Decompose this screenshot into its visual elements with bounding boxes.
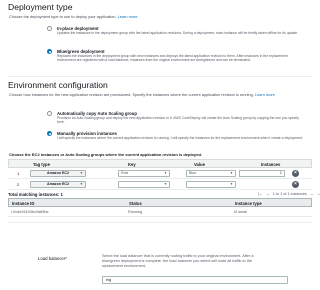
value-select[interactable]: Blue ▼ (186, 170, 236, 177)
next-page-icon[interactable]: → (310, 192, 314, 196)
instance-count: 1 (239, 170, 285, 177)
table-row: 1 Amazon EC2 ▼ Role ▼ Blue ▼ 1 × (8, 168, 312, 179)
instance-status: Running (128, 210, 143, 214)
caret-down-icon: ▼ (163, 171, 167, 175)
key-select[interactable]: Role ▼ (118, 170, 170, 177)
manual-description: I will specify the instances where the c… (57, 136, 303, 140)
column-tag-type: Tag type (33, 162, 50, 167)
in-place-title: In-place deployment (57, 25, 99, 31)
manual-title: Manually provision instances (57, 130, 117, 136)
caret-down-icon: ▼ (79, 171, 83, 175)
load-balancer-select[interactable]: elg (102, 276, 288, 284)
remove-icon[interactable]: × (292, 170, 299, 177)
column-instance-id: Instance ID (12, 201, 35, 206)
caret-down-icon: ▼ (229, 182, 233, 186)
deployment-type-description: Choose the deployment type to use to dep… (9, 14, 138, 19)
column-instance-type: Instance type (235, 201, 262, 206)
deployment-type-title: Deployment type (8, 2, 73, 12)
table-row: i-0cde34193bc0d89be Running t2.small (8, 207, 312, 217)
instance-type: t2.small (234, 210, 248, 214)
pagination: |← ← 1 to 1 of 1 instances → →| (258, 192, 320, 196)
pager-text: 1 to 1 of 1 instances (272, 192, 307, 196)
load-balancer-label: Load balancer* (38, 256, 67, 261)
tag-type-select[interactable]: Amazon EC2 ▼ (30, 170, 86, 177)
caret-down-icon: ▼ (79, 182, 83, 186)
environment-title: Environment configuration (8, 80, 108, 90)
divider (8, 76, 312, 77)
value-select[interactable]: ▼ (186, 181, 236, 188)
column-status: Status (129, 201, 142, 206)
radio-icon[interactable] (47, 49, 52, 54)
blue-green-title: Blue/green deployment (57, 48, 105, 54)
instance-id: i-0cde34193bc0d89be (11, 210, 49, 214)
remove-icon[interactable]: × (292, 181, 299, 188)
in-place-description: Updates the instances in the deployment … (57, 31, 299, 35)
column-instances: Instances (261, 162, 281, 167)
radio-icon[interactable] (47, 111, 52, 116)
divider (8, 222, 312, 223)
auto-copy-description: Provision an Auto Scaling group and depl… (57, 116, 299, 125)
caret-down-icon: ▼ (163, 182, 167, 186)
radio-icon[interactable] (47, 131, 52, 136)
instances-table-heading: Choose the EC2 instances or Auto Scaling… (9, 152, 203, 157)
tag-type-select[interactable]: Amazon EC2 ▼ (30, 181, 86, 188)
table-row: 2 Amazon EC2 ▼ ▼ ▼ × (8, 179, 312, 190)
key-select[interactable]: ▼ (118, 181, 170, 188)
caret-down-icon: ▼ (229, 171, 233, 175)
last-page-icon[interactable]: →| (317, 192, 320, 196)
environment-description: Choose how instances for the new applica… (9, 92, 275, 97)
instances-table-header: Tag type Key Value Instances (8, 159, 312, 168)
row-number: 1 (17, 171, 20, 176)
deployment-group-settings: Deployment type Choose the deployment ty… (0, 0, 320, 290)
first-page-icon[interactable]: |← (258, 192, 263, 196)
blue-green-description: Replaces the instances in the deployment… (57, 54, 288, 63)
column-key: Key (128, 162, 136, 167)
load-balancer-description: Select the load balancer that is current… (102, 254, 254, 268)
row-number: 2 (17, 182, 20, 187)
prev-page-icon[interactable]: ← (266, 192, 270, 196)
auto-copy-title: Automatically copy Auto Scaling group (57, 110, 138, 116)
radio-icon[interactable] (47, 26, 52, 31)
matching-summary: Total matching instances: 1 (8, 192, 63, 197)
matching-table-header: Instance ID Status Instance type (8, 198, 312, 207)
deployment-type-learn-more-link[interactable]: Learn more (118, 14, 138, 19)
environment-learn-more-link[interactable]: Learn more (255, 92, 275, 97)
column-value: Value (194, 162, 205, 167)
